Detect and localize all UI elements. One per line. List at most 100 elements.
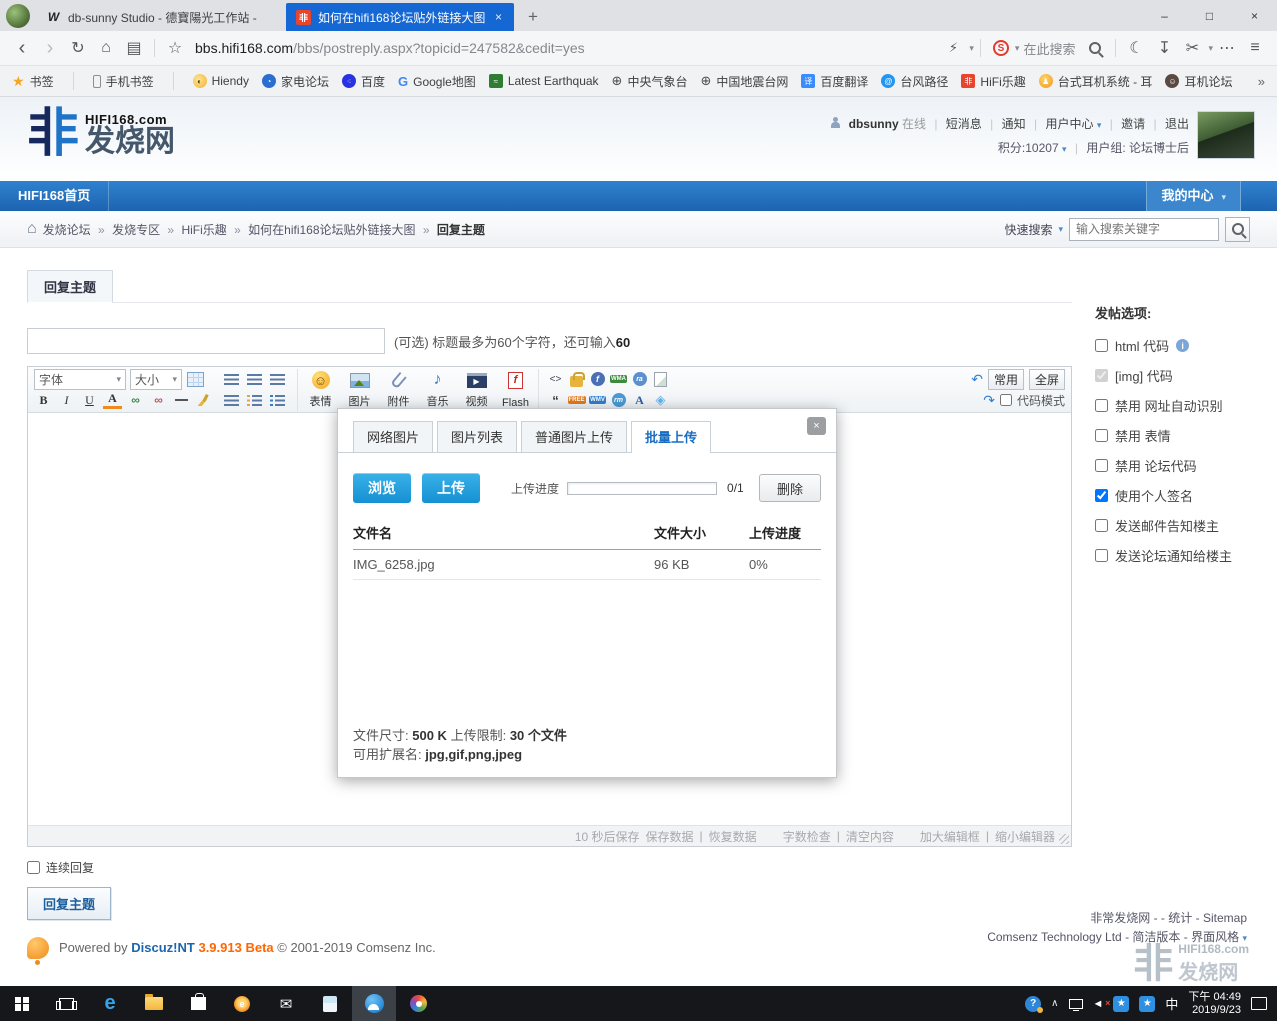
edge-taskbar-button[interactable]: e <box>88 986 132 1021</box>
flash-bolt-icon[interactable]: ⚡ <box>939 34 967 62</box>
action-center-icon[interactable] <box>1251 997 1267 1010</box>
my-center-button[interactable]: 我的中心 ▾ <box>1146 181 1241 211</box>
hide-content-button[interactable] <box>568 371 585 387</box>
code-mode-checkbox[interactable] <box>999 394 1012 406</box>
tab-image-list[interactable]: 图片列表 <box>437 421 518 452</box>
forward-icon[interactable]: › <box>36 34 64 62</box>
underline-button[interactable]: U <box>80 391 99 409</box>
option-img-code[interactable]: [img] 代码 <box>1095 366 1265 385</box>
volume-muted-icon[interactable]: ◄ × <box>1093 998 1111 1010</box>
stats-link[interactable]: 统计 <box>1168 911 1192 925</box>
option-email-notify[interactable]: 发送邮件告知楼主 <box>1095 516 1265 535</box>
qqbrowser-taskbar-button-active[interactable] <box>352 986 396 1021</box>
insert-code-button[interactable]: <> <box>547 371 564 387</box>
browser-tab-1[interactable]: W db-sunny Studio - 德寶陽光工作站 - <box>36 3 286 31</box>
disable-smilies-checkbox[interactable] <box>1095 429 1108 442</box>
option-disable-smilies[interactable]: 禁用 表情 <box>1095 426 1265 445</box>
bold-button[interactable]: B <box>34 391 53 409</box>
home-icon[interactable]: ⌂ <box>92 34 120 62</box>
task-view-button[interactable] <box>44 986 88 1021</box>
explorer-taskbar-button[interactable] <box>132 986 176 1021</box>
search-engine-button[interactable]: S ▾ 在此搜索 <box>987 39 1082 58</box>
insert-table-button[interactable] <box>186 370 205 388</box>
chevron-down-icon[interactable]: ▾ <box>1097 120 1102 130</box>
user-score[interactable]: 积分:10207 <box>998 141 1059 155</box>
flash-media-button[interactable]: f <box>589 371 606 387</box>
submit-reply-button[interactable]: 回复主题 <box>27 887 112 920</box>
continuous-reply-checkbox[interactable] <box>27 861 40 874</box>
window-minimize-button[interactable]: – <box>1142 0 1187 31</box>
bookmark-hifi168[interactable]: 非 HiFi乐趣 <box>961 73 1026 90</box>
window-close-button[interactable]: × <box>1232 0 1277 31</box>
crumb-topic[interactable]: 如何在hifi168论坛贴外链接大图 <box>248 223 415 237</box>
bookmark-typhoon[interactable]: @ 台风路径 <box>881 73 948 90</box>
info-icon[interactable]: i <box>1176 339 1190 352</box>
network-icon[interactable] <box>1068 998 1083 1011</box>
sitemap-link[interactable]: Sitemap <box>1203 911 1247 925</box>
bookmark-cma[interactable]: ⊕ 中央气象台 <box>612 73 688 90</box>
crumb-board[interactable]: HiFi乐趣 <box>181 223 226 237</box>
disable-url-checkbox[interactable] <box>1095 399 1108 412</box>
insert-image-button[interactable]: 图片 <box>341 369 378 411</box>
search-icon[interactable] <box>1081 34 1109 62</box>
chevron-down-icon[interactable]: ▾ <box>1062 144 1067 154</box>
more-menu-icon[interactable]: ⋯ <box>1213 34 1241 62</box>
bookmark-hiendy[interactable]: ◐ Hiendy <box>192 74 249 88</box>
align-left-button[interactable] <box>222 370 241 388</box>
mail-taskbar-button[interactable]: ✉ <box>264 986 308 1021</box>
fullscreen-button[interactable]: 全屏 <box>1028 368 1065 390</box>
insert-video-button[interactable]: ▶ 视频 <box>458 369 495 411</box>
option-use-signature[interactable]: 使用个人签名 <box>1095 486 1265 505</box>
resize-grip[interactable] <box>1059 834 1069 844</box>
rm-button[interactable]: rm <box>610 392 627 408</box>
crumb-forum[interactable]: 发烧论坛 <box>43 223 91 237</box>
user-avatar[interactable] <box>1197 111 1255 159</box>
option-html-code[interactable]: html 代码 i <box>1095 336 1265 355</box>
screenshot-scissors-icon[interactable]: ✂ <box>1178 34 1206 62</box>
title-input[interactable] <box>27 328 385 354</box>
attachment-button[interactable]: 附件 <box>380 369 417 411</box>
img-code-checkbox[interactable] <box>1095 369 1108 382</box>
html-code-checkbox[interactable] <box>1095 339 1108 352</box>
start-button[interactable] <box>0 986 44 1021</box>
bolt-dropdown-icon[interactable]: ▾ <box>969 43 974 54</box>
search-input[interactable] <box>1069 217 1219 241</box>
browse-button[interactable]: 浏览 <box>353 473 411 503</box>
delete-button[interactable]: 删除 <box>759 474 821 502</box>
ordered-list-button[interactable] <box>245 391 264 409</box>
font-family-select[interactable]: 字体 ▾ <box>34 368 126 390</box>
bookmark-erji[interactable]: ☺ 耳机论坛 <box>1165 73 1232 90</box>
font-size-select[interactable]: 大小 ▾ <box>130 368 182 390</box>
clear-format-button[interactable] <box>195 391 214 409</box>
emoticon-button[interactable]: ☺ 表情 <box>302 369 339 411</box>
browser-profile-avatar[interactable] <box>6 4 30 28</box>
free-content-button[interactable]: FREE <box>567 392 586 408</box>
chevron-down-icon[interactable]: ▾ <box>1058 224 1063 235</box>
italic-button[interactable]: I <box>57 391 76 409</box>
username[interactable]: dbsunny <box>849 117 899 131</box>
crumb-zone[interactable]: 发烧专区 <box>112 223 160 237</box>
help-tray-icon[interactable]: ? <box>1025 995 1044 1013</box>
remove-link-button[interactable]: ∞ <box>149 391 168 409</box>
user-center-link[interactable]: 用户中心 <box>1045 117 1093 131</box>
bookmark-google-maps[interactable]: G Google地图 <box>398 73 476 90</box>
notifications-link[interactable]: 通知 <box>1002 117 1026 131</box>
undo-icon[interactable]: ↶ <box>971 371 983 388</box>
image-page-button[interactable] <box>652 371 669 387</box>
option-forum-notify[interactable]: 发送论坛通知给楼主 <box>1095 546 1265 565</box>
paint-taskbar-button[interactable] <box>396 986 440 1021</box>
tab-batch-upload[interactable]: 批量上传 <box>631 421 712 453</box>
bookmark-earthquake[interactable]: ≈ Latest Earthquak <box>488 74 599 88</box>
upload-button[interactable]: 上传 <box>422 473 480 503</box>
bookmark-ceic[interactable]: ⊕ 中国地震台网 <box>700 73 788 90</box>
realaudio-button[interactable]: ra <box>631 371 648 387</box>
quick-search-label[interactable]: 快速搜索 <box>1004 221 1052 238</box>
discuz-link[interactable]: Discuz!NT <box>131 940 195 955</box>
notepad-taskbar-button[interactable] <box>308 986 352 1021</box>
font-color-button[interactable]: A <box>103 391 122 409</box>
word-count-link[interactable]: 字数检查 <box>783 828 831 845</box>
bookmark-folder[interactable]: ★ 书签 <box>12 73 54 90</box>
app-tray-icon-2[interactable]: ★ <box>1139 995 1156 1012</box>
insert-flash-button[interactable]: f Flash <box>497 369 534 411</box>
new-tab-button[interactable]: + <box>514 7 552 31</box>
